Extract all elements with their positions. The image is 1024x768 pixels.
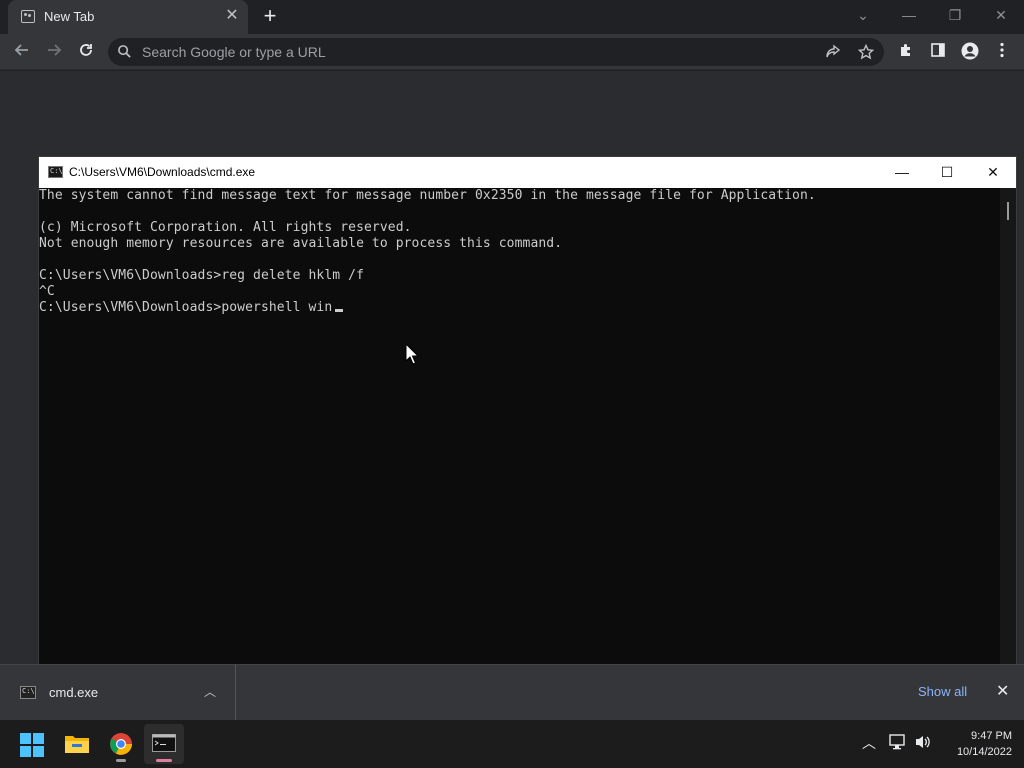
terminal-icon (152, 734, 176, 752)
console-line: C:\Users\VM6\Downloads>reg delete hklm /… (39, 268, 364, 283)
console-line: Not enough memory resources are availabl… (39, 236, 563, 251)
chrome-icon (110, 733, 132, 755)
exe-file-icon: C:\ (20, 686, 36, 699)
console-line: (c) Microsoft Corporation. All rights re… (39, 220, 412, 235)
browser-close-icon[interactable]: ✕ (987, 4, 1015, 26)
volume-icon[interactable] (914, 734, 932, 750)
extensions-icon[interactable] (896, 42, 916, 62)
close-shelf-icon[interactable]: ✕ (996, 681, 1009, 701)
cmd-window-title: C:\Users\VM6\Downloads\cmd.exe (69, 165, 256, 179)
mouse-pointer-icon (405, 343, 419, 365)
clock-time: 9:47 PM (971, 730, 1012, 742)
start-button[interactable] (12, 724, 52, 764)
forward-arrow-icon[interactable] (41, 39, 67, 65)
file-explorer-icon (65, 736, 89, 753)
omnibox-placeholder: Search Google or type a URL (142, 44, 326, 60)
clock-date: 10/14/2022 (956, 746, 1012, 758)
text-cursor (335, 309, 343, 312)
console-icon: C:\ (48, 166, 63, 178)
console-line: The system cannot find message text for … (39, 188, 816, 203)
browser-toolbar: Search Google or type a URL (0, 34, 1024, 70)
reload-icon[interactable] (73, 39, 99, 65)
sad-page-icon (21, 10, 35, 23)
download-item[interactable]: C:\ cmd.exe ︿ (0, 665, 236, 721)
terminal-button[interactable] (144, 724, 184, 764)
search-icon (117, 44, 132, 64)
side-panel-icon[interactable] (928, 42, 948, 62)
minimize-icon[interactable]: — (895, 4, 923, 26)
tab-title: New Tab (44, 9, 95, 24)
console-icon-text: C:\ (50, 167, 63, 175)
show-all-link[interactable]: Show all (918, 684, 967, 699)
omnibox[interactable]: Search Google or type a URL (108, 38, 884, 66)
console-output[interactable]: The system cannot find message text for … (39, 188, 999, 666)
taskbar: ︿ 9:47 PM 10/14/2022 (0, 720, 1024, 768)
console-scrollbar[interactable] (1000, 188, 1016, 666)
tab-new-tab[interactable]: New Tab ✕ (8, 0, 248, 34)
start-icon (20, 733, 44, 757)
download-filename: cmd.exe (49, 685, 99, 700)
download-shelf: C:\ cmd.exe ︿ Show all ✕ (0, 664, 1024, 721)
profile-icon[interactable] (960, 42, 980, 62)
more-menu-icon[interactable] (992, 42, 1012, 62)
cmd-window[interactable]: C:\ C:\Users\VM6\Downloads\cmd.exe — ☐ ✕… (38, 156, 1017, 667)
active-indicator (156, 759, 172, 762)
back-arrow-icon[interactable] (9, 39, 35, 65)
chrome-button[interactable] (101, 724, 141, 764)
bookmark-star-icon[interactable] (857, 43, 875, 64)
exe-file-icon-text: C:\ (22, 687, 35, 695)
share-icon[interactable] (825, 44, 841, 64)
chevron-up-icon[interactable]: ︿ (204, 683, 216, 700)
scrollbar-thumb[interactable] (1007, 202, 1009, 220)
restore-icon[interactable]: ❐ (941, 4, 969, 26)
tab-strip: New Tab ✕ + ⌄ — ❐ ✕ (0, 0, 1024, 34)
tab-search-icon[interactable]: ⌄ (849, 4, 877, 26)
console-line: C:\Users\VM6\Downloads>powershell win (39, 300, 333, 315)
running-indicator (116, 759, 126, 762)
tray-overflow-icon[interactable]: ︿ (862, 733, 876, 753)
network-icon[interactable] (889, 734, 907, 750)
system-clock[interactable]: 9:47 PM 10/14/2022 (940, 728, 1012, 760)
cmd-title-bar[interactable]: C:\ C:\Users\VM6\Downloads\cmd.exe — ☐ ✕ (39, 157, 1016, 188)
tab-close-icon[interactable]: ✕ (222, 6, 242, 26)
cmd-maximize-button[interactable]: ☐ (924, 157, 970, 188)
file-explorer-button[interactable] (57, 724, 97, 764)
cmd-close-button[interactable]: ✕ (970, 157, 1016, 188)
console-line: ^C (39, 284, 55, 299)
cmd-minimize-button[interactable]: — (879, 157, 925, 188)
new-tab-button[interactable]: + (258, 5, 282, 29)
